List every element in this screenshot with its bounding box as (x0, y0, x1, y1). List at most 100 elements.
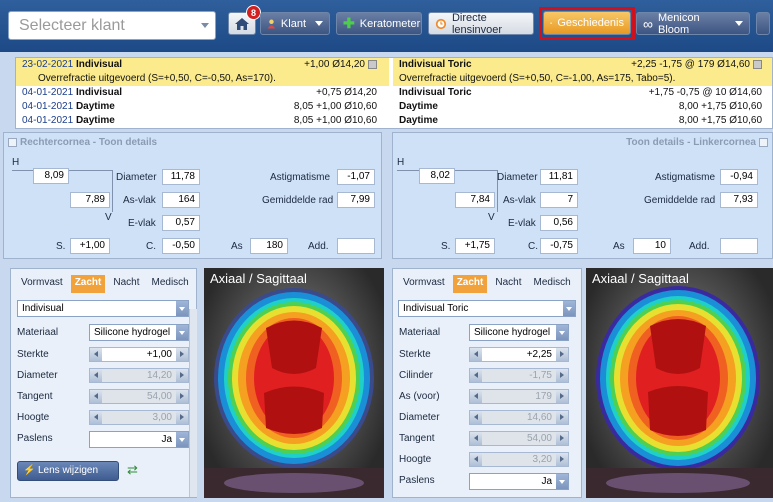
e-vlak-field[interactable]: 0,57 (162, 215, 200, 231)
lens-type-tabs: Vormvast Zacht Nacht Medisch (399, 275, 575, 293)
lens-panel-left-eye: Vormvast Zacht Nacht Medisch Indivisual … (392, 268, 582, 498)
history-row[interactable]: Indivisual Toric +1,75 -0,75 @ 10 Ø14,60 (393, 86, 772, 100)
checkbox[interactable] (759, 137, 768, 147)
keratometer-button[interactable]: ✚ Keratometer (336, 12, 422, 35)
lens-wijzigen-button[interactable]: Lens wijzigen (17, 461, 119, 481)
increment-icon[interactable] (556, 348, 568, 361)
menicon-bloom-label: Menicon Bloom (657, 11, 700, 36)
chevron-down-icon (315, 21, 323, 26)
klant-label: Klant (280, 17, 306, 30)
history-value: 8,00 +1,75 Ø10,60 (678, 101, 762, 112)
history-row[interactable]: Daytime 8,00 +1,75 Ø10,60 (393, 100, 772, 114)
refresh-icon[interactable]: ⇄ (127, 462, 138, 478)
as-field[interactable]: 10 (633, 238, 671, 254)
v-value-field[interactable]: 7,84 (455, 192, 495, 208)
as-vlak-label: As-vlak (123, 195, 156, 206)
lens-type-select[interactable]: Indivisual Toric (398, 300, 576, 317)
diameter-field[interactable]: 11,78 (162, 169, 200, 185)
pencil-icon[interactable] (753, 59, 762, 69)
tab-vormvast[interactable]: Vormvast (399, 275, 449, 293)
add-field[interactable] (337, 238, 375, 254)
tab-nacht[interactable]: Nacht (491, 275, 525, 293)
tab-nacht[interactable]: Nacht (109, 275, 143, 293)
hoogte-label: Hoogte (17, 412, 50, 423)
scrollbar[interactable] (189, 309, 197, 497)
add-label: Add. (308, 241, 329, 252)
add-field[interactable] (720, 238, 758, 254)
as-vlak-field[interactable]: 7 (540, 192, 578, 208)
lens-type-select[interactable]: Indivisual (17, 300, 189, 317)
history-date: 04-01-2021 (22, 101, 74, 112)
history-value: 8,05 +1,00 Ø10,60 (293, 115, 377, 126)
pencil-icon[interactable] (368, 59, 377, 69)
history-row[interactable]: 04-01-2021 Daytime 8,05 +1,00 Ø10,60 (16, 114, 389, 128)
gemiddelde-rad-field[interactable]: 7,99 (337, 192, 375, 208)
sterkte-stepper[interactable]: +2,25 (469, 347, 569, 362)
e-vlak-field[interactable]: 0,56 (540, 215, 578, 231)
c-field[interactable]: -0,75 (540, 238, 578, 254)
s-field[interactable]: +1,00 (70, 238, 110, 254)
history-row[interactable]: 04-01-2021 Indivisual +0,75 Ø14,20 (16, 86, 389, 100)
astigmatisme-field[interactable]: -0,94 (720, 169, 758, 185)
checkbox[interactable] (8, 137, 17, 147)
chevron-down-icon (735, 21, 743, 26)
tab-vormvast[interactable]: Vormvast (17, 275, 67, 293)
client-select[interactable]: Selecteer klant (8, 11, 216, 40)
materiaal-select[interactable]: Silicone hydrogel (89, 324, 189, 341)
history-row[interactable]: Daytime 8,00 +1,75 Ø10,60 (393, 114, 772, 128)
decrement-icon[interactable] (90, 348, 102, 361)
topography-title: Axiaal / Sagittaal (592, 271, 689, 286)
hoogte-label: Hoogte (399, 454, 432, 465)
decrement-icon (470, 432, 482, 445)
history-row[interactable]: Indivisual Toric +2,25 -1,75 @ 179 Ø14,6… (393, 58, 772, 72)
c-field[interactable]: -0,50 (162, 238, 200, 254)
increment-icon (176, 411, 188, 424)
paslens-label: Paslens (399, 475, 435, 486)
gemiddelde-rad-field[interactable]: 7,93 (720, 192, 758, 208)
klant-button[interactable]: Klant (260, 12, 330, 35)
increment-icon (176, 369, 188, 382)
paslens-select[interactable]: Ja (89, 431, 189, 448)
history-row[interactable]: 23-02-2021 Indivisual +1,00 Ø14,20 (16, 58, 389, 72)
menicon-bloom-button[interactable]: ∞ Menicon Bloom (636, 11, 750, 36)
chevron-down-icon (176, 432, 188, 447)
materiaal-select[interactable]: Silicone hydrogel (469, 324, 569, 341)
toon-details-link[interactable]: Toon details (99, 137, 157, 148)
directe-lensinvoer-button[interactable]: Directe lensinvoer (428, 11, 534, 36)
astigmatisme-field[interactable]: -1,07 (337, 169, 375, 185)
sterkte-stepper[interactable]: +1,00 (89, 347, 189, 362)
paslens-select[interactable]: Ja (469, 473, 569, 490)
topography-title: Axiaal / Sagittaal (210, 271, 307, 286)
lens-panel-right-eye: Vormvast Zacht Nacht Medisch Indivisual … (10, 268, 197, 498)
person-icon (267, 19, 276, 28)
as-field[interactable]: 180 (250, 238, 288, 254)
tab-medisch[interactable]: Medisch (147, 275, 192, 293)
history-value: +0,75 Ø14,20 (316, 87, 377, 98)
plus-icon: ✚ (343, 15, 355, 31)
lens-type-value: Indivisual (22, 303, 64, 314)
chevron-down-icon (201, 23, 209, 28)
v-value-field[interactable]: 7,89 (70, 192, 110, 208)
h-value-field[interactable]: 8,02 (419, 168, 455, 184)
more-button[interactable] (756, 12, 770, 35)
lens-type-value: Indivisual Toric (403, 303, 469, 314)
decrement-icon (470, 390, 482, 403)
decrement-icon[interactable] (470, 348, 482, 361)
diameter-field[interactable]: 11,81 (540, 169, 578, 185)
increment-icon (556, 390, 568, 403)
tab-zacht[interactable]: Zacht (70, 275, 106, 293)
paslens-label: Paslens (17, 433, 53, 444)
history-list: 23-02-2021 Indivisual +1,00 Ø14,20 Overr… (15, 57, 773, 129)
toon-details-link[interactable]: Toon details (626, 137, 684, 148)
tab-zacht[interactable]: Zacht (452, 275, 488, 293)
increment-icon[interactable] (176, 348, 188, 361)
s-field[interactable]: +1,75 (455, 238, 495, 254)
h-value-field[interactable]: 8,09 (33, 168, 69, 184)
directe-lensinvoer-label: Directe lensinvoer (451, 11, 503, 36)
rechtercornea-title: Rechtercornea - Toon details (8, 137, 157, 148)
as-vlak-field[interactable]: 164 (162, 192, 200, 208)
history-row[interactable]: 04-01-2021 Daytime 8,05 +1,00 Ø10,60 (16, 100, 389, 114)
tangent-stepper: 54,00 (89, 389, 189, 404)
tab-medisch[interactable]: Medisch (529, 275, 574, 293)
geschiedenis-button[interactable]: Geschiedenis (543, 11, 631, 35)
